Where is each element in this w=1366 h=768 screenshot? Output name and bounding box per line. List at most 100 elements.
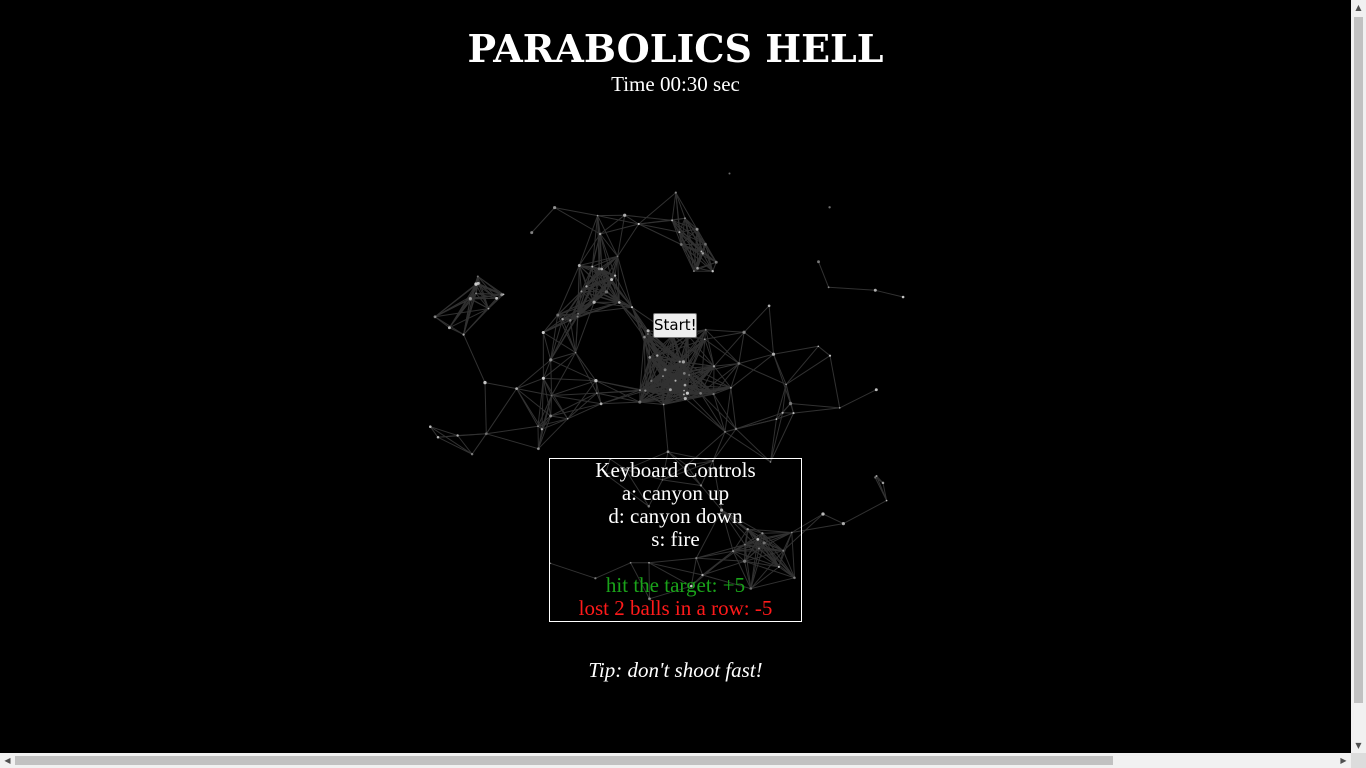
control-up: a: canyon up <box>621 481 730 505</box>
network-line <box>790 403 840 409</box>
network-line <box>638 223 680 233</box>
network-dot <box>700 250 703 253</box>
network-dot <box>696 266 699 270</box>
network-dot <box>594 379 598 383</box>
network-dot <box>742 330 746 334</box>
network-line <box>437 433 487 438</box>
network-dot <box>639 389 641 392</box>
horizontal-scroll-thumb[interactable] <box>15 756 1113 765</box>
network-dot <box>468 296 472 300</box>
network-dot <box>678 360 681 363</box>
network-dot <box>487 307 490 310</box>
network-dot <box>646 329 650 333</box>
network-dot <box>679 243 683 246</box>
network-dot <box>734 427 738 431</box>
network-dot <box>549 414 553 418</box>
network-dot <box>681 360 686 364</box>
network-line <box>876 475 888 501</box>
network-line <box>839 389 877 409</box>
scroll-down-icon[interactable]: ▼ <box>1351 738 1366 753</box>
network-dot <box>596 392 598 394</box>
network-dot <box>600 267 604 271</box>
network-dot <box>737 362 741 365</box>
network-dot <box>502 293 505 296</box>
scroll-up-icon[interactable]: ▲ <box>1351 0 1366 15</box>
network-dot <box>549 358 553 362</box>
network-dot <box>475 292 477 295</box>
scroll-left-icon[interactable]: ◀ <box>0 753 15 768</box>
network-dot <box>671 219 674 222</box>
network-line <box>567 380 597 420</box>
network-dot <box>646 333 649 335</box>
network-dot <box>682 372 686 375</box>
network-line <box>705 329 740 364</box>
network-dot <box>683 383 687 387</box>
game-title: PARABOLICS HELL <box>467 26 884 71</box>
vertical-scroll-thumb[interactable] <box>1354 17 1363 703</box>
network-line <box>485 388 518 435</box>
network-dot <box>630 306 634 309</box>
network-dot <box>447 326 451 330</box>
network-dot <box>817 260 820 264</box>
network-dot <box>685 391 689 395</box>
game-viewport: PARABOLICS HELL Time 00:30 sec Start! Ke… <box>0 0 1351 753</box>
network-line <box>550 415 568 420</box>
start-button[interactable]: Start! <box>653 313 697 338</box>
horizontal-scrollbar[interactable]: ◀ ▶ <box>0 753 1351 768</box>
network-dot <box>683 389 685 392</box>
network-dot <box>462 333 465 336</box>
network-line <box>843 500 887 525</box>
particle-network-background <box>429 172 905 601</box>
network-line <box>817 345 831 357</box>
network-dot <box>704 328 707 331</box>
network-dot <box>666 450 670 454</box>
network-line <box>437 436 473 455</box>
network-dot <box>724 431 726 433</box>
network-dot <box>678 231 681 234</box>
network-dot <box>841 522 845 526</box>
network-dot <box>781 411 784 414</box>
network-dot <box>456 434 459 437</box>
network-dot <box>828 354 832 357</box>
network-dot <box>530 231 534 235</box>
network-line <box>618 302 649 332</box>
network-dot <box>881 481 885 485</box>
network-line <box>785 355 831 385</box>
network-dot <box>701 252 705 255</box>
network-dot <box>433 315 437 319</box>
network-dot <box>712 392 715 396</box>
network-line <box>638 219 673 225</box>
network-line <box>671 192 677 221</box>
network-dot <box>712 365 716 368</box>
network-line <box>486 425 539 435</box>
network-line <box>700 393 726 433</box>
network-dot <box>874 388 878 392</box>
network-dot <box>553 206 557 210</box>
network-line <box>471 433 487 455</box>
network-dot <box>476 275 479 278</box>
network-line <box>773 354 791 404</box>
network-dot <box>821 512 825 516</box>
network-line <box>743 305 770 333</box>
network-line <box>595 380 646 392</box>
network-line <box>663 404 669 452</box>
network-dot <box>541 376 545 380</box>
network-dot <box>688 374 690 376</box>
network-line <box>713 365 732 389</box>
network-line <box>828 286 876 291</box>
network-line <box>551 395 602 405</box>
network-dot <box>637 222 640 226</box>
network-dot <box>576 315 579 318</box>
network-dot <box>648 356 652 359</box>
network-dot <box>591 265 594 268</box>
network-dot <box>668 388 672 392</box>
vertical-scrollbar[interactable]: ▲ ▼ <box>1351 0 1366 753</box>
network-dot <box>597 267 601 271</box>
timer-display: Time 00:30 sec <box>611 72 740 96</box>
network-dot <box>476 281 480 285</box>
network-dot <box>682 393 685 396</box>
network-dot <box>537 447 540 451</box>
scroll-right-icon[interactable]: ▶ <box>1336 753 1351 768</box>
network-dot <box>568 319 572 322</box>
network-dot <box>692 270 695 273</box>
